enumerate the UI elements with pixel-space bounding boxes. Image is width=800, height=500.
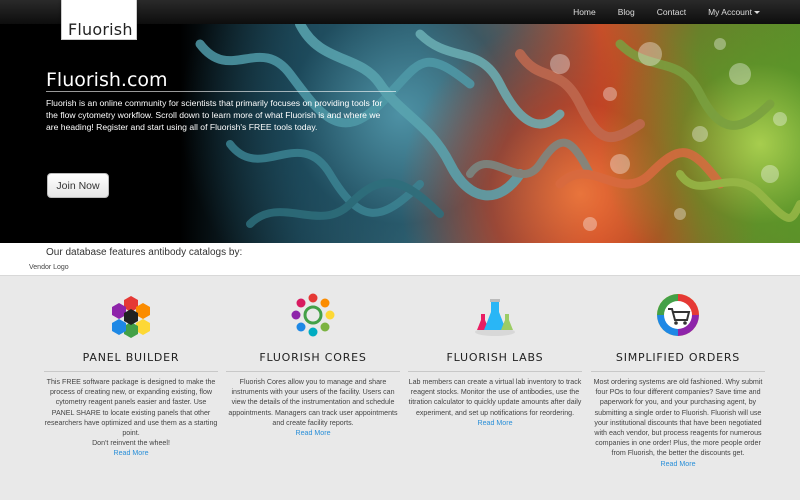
nav-home-link[interactable]: Home bbox=[573, 7, 596, 17]
hero-title: Fluorish.com bbox=[46, 69, 168, 91]
hero-carousel: Fluorish.com Fluorish is an online commu… bbox=[0, 24, 800, 243]
shopping-cart-icon bbox=[657, 294, 699, 336]
caret-down-icon bbox=[754, 11, 760, 15]
read-more-link[interactable]: Read More bbox=[408, 418, 582, 428]
hero-divider bbox=[46, 91, 396, 92]
nav-links: Home Blog Contact My Account bbox=[551, 0, 760, 24]
panel-builder-icon bbox=[112, 296, 150, 338]
logo-text: Fluorish bbox=[68, 20, 133, 39]
hero-protein-image bbox=[195, 24, 800, 231]
vendor-logo-image: Vendor Logo bbox=[29, 264, 69, 271]
vendor-strip: Our database features antibody catalogs … bbox=[0, 243, 800, 276]
feature-title: PANEL BUILDER bbox=[82, 351, 180, 364]
hero-description: Fluorish is an online community for scie… bbox=[46, 98, 383, 132]
cores-icon bbox=[291, 293, 335, 337]
feature-simplified-orders: SIMPLIFIED ORDERS Most ordering systems … bbox=[591, 292, 765, 469]
feature-divider bbox=[44, 371, 218, 372]
feature-tagline: Don't reinvent the wheel! bbox=[92, 439, 170, 448]
feature-title: FLUORISH LABS bbox=[446, 351, 544, 364]
feature-description: Lab members can create a virtual lab inv… bbox=[408, 378, 582, 417]
feature-description: Most ordering systems are old fashioned.… bbox=[593, 378, 763, 458]
site-logo[interactable]: Fluorish bbox=[61, 0, 137, 40]
read-more-link[interactable]: Read More bbox=[44, 448, 218, 458]
read-more-link[interactable]: Read More bbox=[226, 428, 400, 438]
nav-blog-link[interactable]: Blog bbox=[618, 7, 635, 17]
feature-fluorish-cores: FLUORISH CORES Fluorish Cores allow you … bbox=[226, 292, 400, 438]
read-more-link[interactable]: Read More bbox=[591, 459, 765, 469]
my-account-label: My Account bbox=[708, 7, 752, 17]
nav-contact-link[interactable]: Contact bbox=[657, 7, 686, 17]
join-now-button[interactable]: Join Now bbox=[47, 173, 109, 198]
feature-description: This FREE software package is designed t… bbox=[44, 378, 218, 438]
feature-title: FLUORISH CORES bbox=[259, 351, 367, 364]
feature-fluorish-labs: FLUORISH LABS Lab members can create a v… bbox=[408, 292, 582, 428]
vendor-heading: Our database features antibody catalogs … bbox=[46, 247, 243, 258]
labs-flask-icon bbox=[475, 299, 515, 336]
feature-description: Fluorish Cores allow you to manage and s… bbox=[228, 378, 398, 427]
feature-title: SIMPLIFIED ORDERS bbox=[615, 351, 741, 364]
feature-panel-builder: PANEL BUILDER This FREE software package… bbox=[44, 292, 218, 458]
nav-my-account-dropdown[interactable]: My Account bbox=[708, 7, 760, 17]
feature-divider bbox=[408, 371, 582, 372]
feature-divider bbox=[226, 371, 400, 372]
feature-divider bbox=[591, 371, 765, 372]
